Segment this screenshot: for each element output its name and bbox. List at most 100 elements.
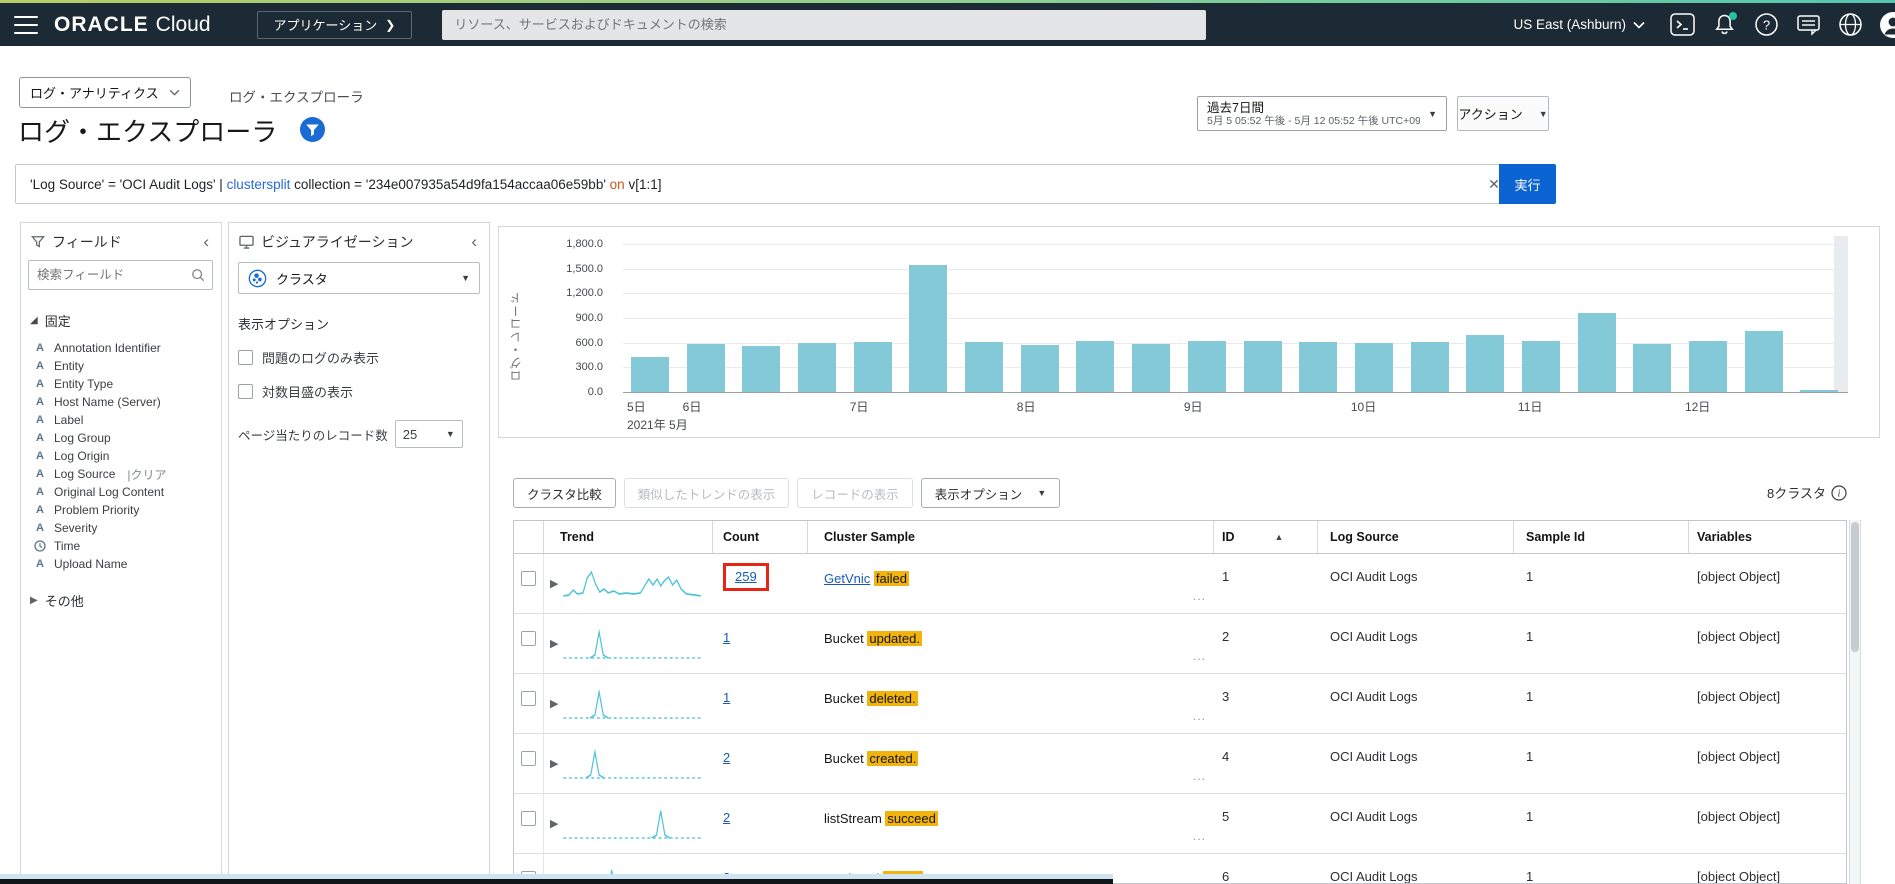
table-scrollbar[interactable] — [1849, 520, 1861, 884]
truncation-ellipsis: ... — [1192, 769, 1206, 783]
table-header-row: Trend Count Cluster Sample ID ▲ Log Sour… — [514, 521, 1846, 554]
notifications-bell-icon[interactable] — [1711, 11, 1738, 38]
trend-cell: ▶ — [544, 734, 713, 793]
breadcrumb-current: ログ・エクスプローラ — [229, 90, 364, 105]
header-id[interactable]: ID ▲ — [1214, 521, 1318, 553]
collapse-panel-icon[interactable]: ‹ — [469, 233, 479, 250]
text-field-icon: A — [36, 504, 44, 516]
header-cluster-sample[interactable]: Cluster Sample — [808, 521, 1214, 553]
field-item-entity-type[interactable]: A Entity Type — [21, 375, 221, 393]
expand-row-icon[interactable]: ▶ — [550, 577, 558, 590]
header-variables[interactable]: Variables — [1689, 521, 1846, 553]
info-icon[interactable]: i — [1831, 484, 1847, 501]
field-item-host-name-server-[interactable]: A Host Name (Server) — [21, 393, 221, 411]
problem-logs-checkbox[interactable]: 問題のログのみ表示 — [238, 348, 489, 367]
expanded-triangle-icon: ◢ — [30, 315, 38, 326]
y-tick-label: 300.0 — [575, 361, 603, 374]
field-item-annotation-identifier[interactable]: A Annotation Identifier — [21, 339, 221, 357]
sample-id-cell: 1 — [1526, 569, 1534, 584]
count-link[interactable]: 2 — [723, 810, 730, 825]
expand-row-icon[interactable]: ▶ — [550, 817, 558, 830]
field-item-time[interactable]: Time — [21, 537, 221, 555]
variables-cell: [object Object] — [1697, 809, 1781, 824]
x-tick-label: 6日 — [682, 400, 702, 414]
field-item-upload-name[interactable]: A Upload Name — [21, 555, 221, 573]
row-checkbox[interactable] — [521, 571, 536, 586]
highlighted-term: created. — [867, 751, 919, 766]
header-count[interactable]: Count — [713, 521, 808, 553]
global-search-input[interactable] — [442, 9, 1207, 40]
sample-text: Bucket — [824, 691, 868, 706]
field-search-input[interactable] — [28, 260, 213, 290]
x-tick-label: 10日 — [1350, 400, 1377, 414]
row-checkbox[interactable] — [521, 631, 536, 646]
app-switcher-button[interactable]: アプリケーション ❯ — [256, 10, 413, 39]
sample-link[interactable]: GetVnic — [824, 571, 870, 586]
clear-field-link[interactable]: |クリア — [127, 466, 166, 483]
brand-cloud: Cloud — [155, 12, 211, 36]
cluster-count: 8クラスタ i — [1767, 483, 1847, 502]
field-item-problem-priority[interactable]: A Problem Priority — [21, 501, 221, 519]
bar — [1020, 344, 1059, 392]
app-switcher-label: アプリケーション — [273, 18, 378, 33]
run-query-button[interactable]: 実行 — [1499, 164, 1556, 204]
field-item-log-origin[interactable]: A Log Origin — [21, 447, 221, 465]
bar — [1410, 342, 1449, 392]
field-name: Problem Priority — [54, 503, 140, 517]
header-sample-id[interactable]: Sample Id — [1514, 521, 1689, 553]
dropdown-arrow-icon: ▼ — [1538, 108, 1548, 119]
checkbox[interactable] — [238, 350, 253, 365]
y-tick-label: 1,200.0 — [566, 287, 603, 300]
toolbar-button-表示オプション[interactable]: 表示オプション ▼ — [920, 478, 1061, 508]
row-checkbox[interactable] — [521, 751, 536, 766]
feedback-icon[interactable] — [1795, 11, 1822, 38]
field-item-log-source[interactable]: A Log Source |クリア — [21, 465, 221, 483]
page-size-select[interactable]: 25 ▼ — [394, 420, 463, 448]
field-item-entity[interactable]: A Entity — [21, 357, 221, 375]
row-checkbox[interactable] — [521, 691, 536, 706]
field-item-log-group[interactable]: A Log Group — [21, 429, 221, 447]
count-link[interactable]: 1 — [723, 630, 730, 645]
svg-text:i: i — [1838, 488, 1841, 499]
service-breadcrumb-select[interactable]: ログ・アナリティクス — [19, 77, 191, 108]
page-title: ログ・エクスプローラ — [18, 117, 278, 147]
other-group-toggle[interactable]: ▶ その他 — [30, 591, 221, 610]
scrollbar-thumb[interactable] — [1851, 522, 1859, 652]
checkbox[interactable] — [238, 384, 253, 399]
region-selector[interactable]: US East (Ashburn) — [1513, 17, 1645, 32]
cloud-shell-icon[interactable] — [1669, 11, 1696, 38]
header-trend[interactable]: Trend — [544, 521, 713, 553]
expand-row-icon[interactable]: ▶ — [550, 697, 558, 710]
field-item-original-log-content[interactable]: A Original Log Content — [21, 483, 221, 501]
viz-type-select[interactable]: クラスタ ▼ — [238, 262, 480, 294]
hamburger-menu-icon[interactable] — [14, 15, 38, 34]
help-icon[interactable]: ? — [1753, 11, 1780, 38]
row-checkbox[interactable] — [521, 811, 536, 826]
pinned-group-toggle[interactable]: ◢ 固定 — [30, 311, 221, 330]
toolbar-button-類似したトレンドの表示: 類似したトレンドの表示 — [623, 478, 790, 508]
filter-badge-icon[interactable] — [300, 117, 325, 142]
query-bar[interactable]: 'Log Source' = 'OCI Audit Logs' | cluste… — [15, 164, 1556, 204]
language-globe-icon[interactable] — [1837, 11, 1864, 38]
cluster-sample-cell: Bucket created.... — [808, 734, 1214, 793]
count-link[interactable]: 1 — [723, 690, 730, 705]
x-tick-label: 7日 — [849, 400, 869, 414]
count-link[interactable]: 2 — [723, 750, 730, 765]
header-log-source[interactable]: Log Source — [1318, 521, 1514, 553]
chart-plot-area[interactable]: 5日 6日 7日 8日 9日 10日 11日 12日 2021年 5月 — [623, 236, 1848, 432]
toolbar-button-クラスタ比較[interactable]: クラスタ比較 — [513, 478, 616, 508]
field-item-label[interactable]: A Label — [21, 411, 221, 429]
expand-row-icon[interactable]: ▶ — [550, 637, 558, 650]
log-scale-checkbox[interactable]: 対数目盛の表示 — [238, 382, 489, 401]
count-link[interactable]: 259 — [735, 569, 757, 584]
funnel-icon — [31, 236, 45, 248]
actions-button[interactable]: アクション ▼ — [1457, 96, 1549, 131]
time-range-select[interactable]: 過去7日間 5月 5 05:52 午後 - 5月 12 05:52 午後 UTC… — [1197, 96, 1447, 131]
query-input[interactable]: 'Log Source' = 'OCI Audit Logs' | cluste… — [30, 177, 1479, 192]
profile-avatar-icon[interactable] — [1879, 11, 1895, 39]
collapse-panel-icon[interactable]: ‹ — [201, 233, 211, 250]
field-name: Original Log Content — [54, 485, 165, 499]
expand-row-icon[interactable]: ▶ — [550, 757, 558, 770]
text-field-icon: A — [36, 396, 44, 408]
field-item-severity[interactable]: A Severity — [21, 519, 221, 537]
